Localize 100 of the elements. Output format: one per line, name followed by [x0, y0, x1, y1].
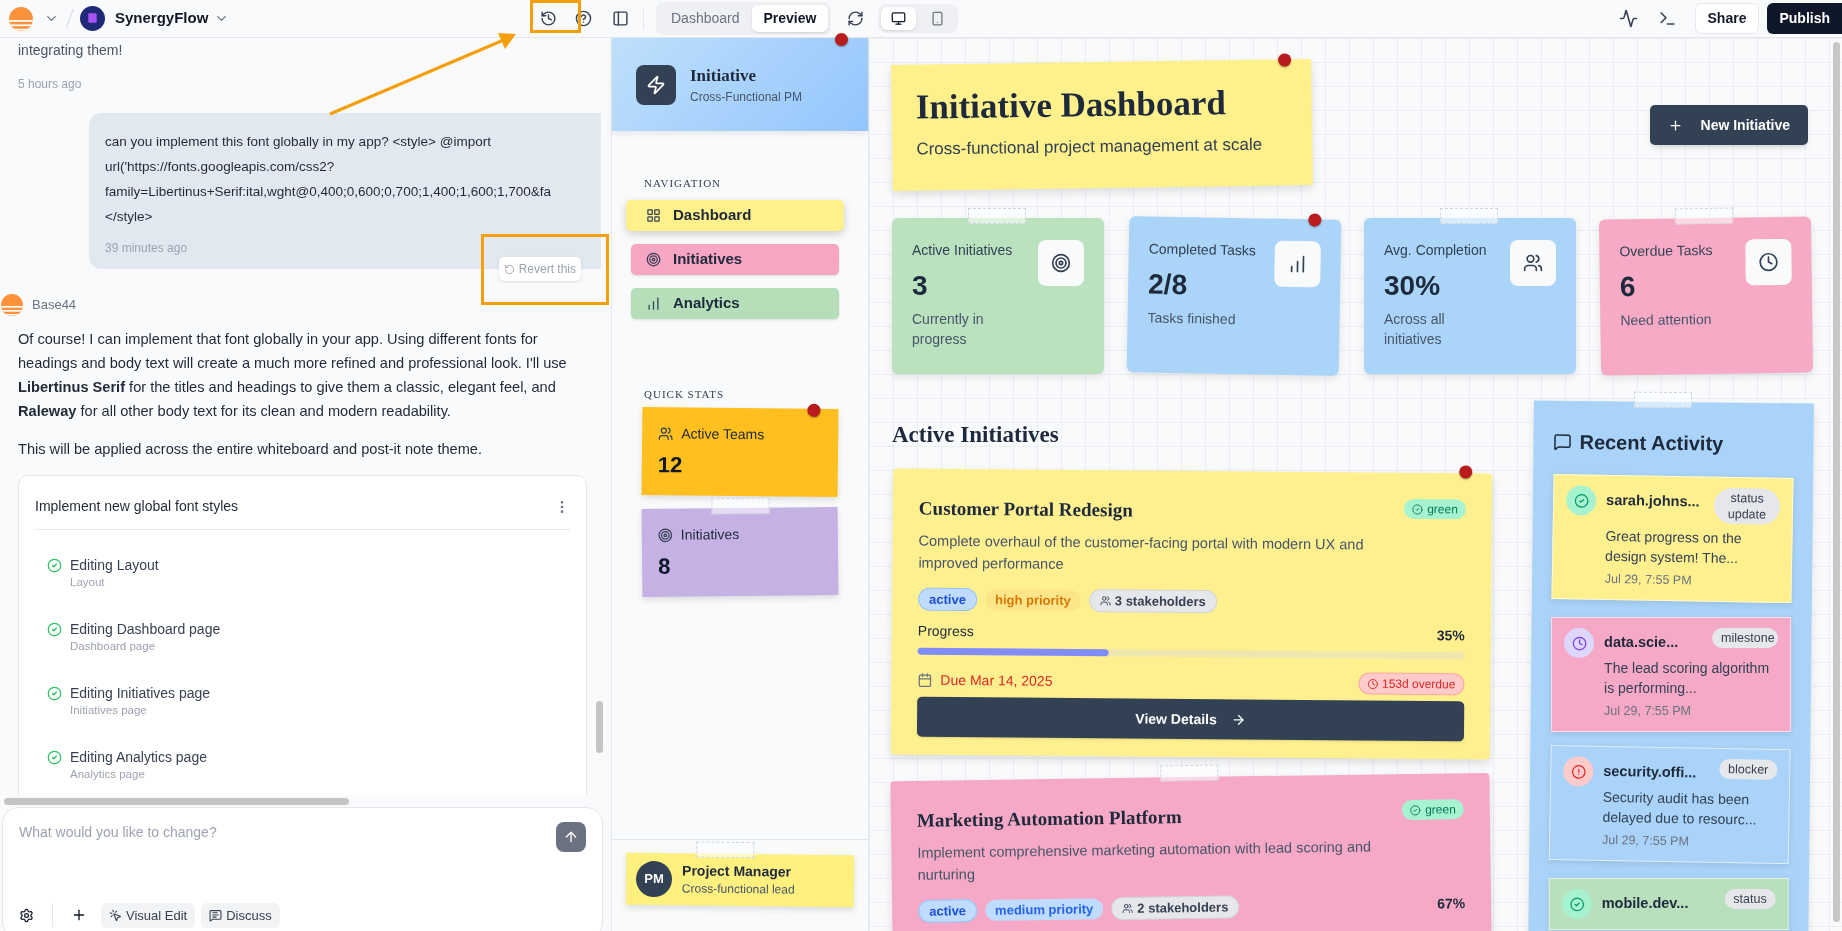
stat-caption: Need attention [1620, 309, 1713, 331]
author-name: Base44 [32, 296, 77, 315]
tag: high priority [984, 588, 1081, 611]
profile-name: Project Manager [682, 861, 793, 881]
tape [1633, 391, 1693, 409]
target-icon [657, 527, 673, 543]
task-subtitle: Initiatives page [70, 703, 148, 718]
desktop-view-button[interactable] [881, 7, 917, 30]
chat-action-button[interactable]: Visual Edit [101, 902, 196, 928]
task-title: Editing Analytics page [70, 748, 207, 766]
tape [696, 841, 755, 859]
initiative-title: Marketing Automation Platform [916, 804, 1182, 833]
bar-chart-icon [646, 295, 661, 311]
task-subtitle: Layout [70, 575, 106, 590]
check-circle-icon [1412, 502, 1424, 514]
pin [1308, 213, 1322, 227]
stat-label: Avg. Completion [1384, 241, 1488, 260]
health-badge: green [1401, 798, 1464, 820]
message-text: integrating them! [18, 41, 124, 60]
new-initiative-button[interactable]: New Initiative [1649, 105, 1808, 145]
section-heading: QUICK STATS [644, 386, 726, 402]
chat-input[interactable]: What would you like to change? [19, 822, 556, 843]
nav-item[interactable]: Dashboard [626, 199, 844, 231]
task-title: Editing Initiatives page [70, 684, 211, 702]
stat-label: Active Initiatives [912, 241, 1014, 260]
nav-item[interactable]: Initiatives [631, 243, 839, 275]
activity-type-badge: milestone [1712, 627, 1779, 648]
clock-icon [1366, 677, 1379, 689]
target-icon [1051, 253, 1071, 273]
message-line: </style> [105, 208, 154, 226]
help-icon[interactable] [575, 10, 592, 27]
pin [807, 403, 821, 417]
stat-value: 30% [1384, 269, 1442, 303]
annotation-box [530, 0, 581, 33]
view-tab[interactable]: Dashboard [659, 5, 752, 32]
check-circle-icon [1569, 896, 1585, 912]
stat-label: Overdue Tasks [1619, 240, 1714, 262]
tag: 2 stakeholders [1111, 894, 1240, 920]
initiative-description: Implement comprehensive marketing automation with lead scoring and nurturing [917, 836, 1373, 885]
activity-type-badge: status update [1713, 487, 1781, 525]
activity-text: Security audit has been delayed due to resourc... [1602, 787, 1758, 830]
brand-subtitle: Cross-Functional PM [690, 89, 803, 107]
activity-user: sarah.johns... [1605, 490, 1700, 512]
message-text: This will be applied across the entire whiteboard and post-it note theme. [18, 440, 483, 459]
stat-label: Completed Tasks [1148, 239, 1258, 261]
cursor-click-icon [109, 908, 122, 922]
task-subtitle: Analytics page [70, 767, 146, 782]
progress-value: 35% [1436, 625, 1465, 645]
phone-icon [930, 11, 946, 26]
message-line: family=Libertinus+Serif:ital,wght@0,400;0,600;0,700;1,400;1,600;1,700&fa [105, 183, 552, 201]
settings-icon[interactable] [19, 907, 34, 923]
clock-icon [1758, 252, 1779, 273]
sidebar-toggle-icon[interactable] [612, 10, 629, 27]
scrollbar-thumb [596, 701, 603, 753]
target-icon [646, 251, 661, 267]
monitor-icon [891, 11, 907, 26]
activity-text: Great progress on the design system! The... [1605, 526, 1743, 569]
terminal-icon[interactable] [1657, 9, 1677, 28]
quick-stat-label: Initiatives [680, 525, 740, 545]
quick-stat-value: 12 [657, 451, 684, 480]
initiative-description: Complete overhaul of the customer-facing portal with modern UX and improved performance [918, 530, 1365, 574]
activity-text: The lead scoring algorithm is performing... [1604, 658, 1771, 698]
activity-user: data.scie... [1604, 632, 1679, 652]
check-circle-icon [1573, 492, 1589, 509]
chat-action-button[interactable]: Discuss [201, 902, 280, 928]
calendar-icon [917, 671, 933, 687]
refresh-icon[interactable] [847, 10, 865, 27]
task-subtitle: Dashboard page [70, 639, 157, 654]
message-time: 39 minutes ago [105, 240, 189, 257]
progress-label: Progress [917, 621, 974, 641]
view-tab[interactable]: Preview [751, 5, 829, 32]
tape [1674, 207, 1733, 225]
message-line: url('https://fonts.googleapis.com/css2? [105, 158, 336, 176]
stat-value: 6 [1619, 270, 1637, 305]
project-switcher[interactable]: SynergyFlow [115, 7, 230, 30]
due-date: Due Mar 14, 2025 [940, 669, 1053, 690]
activity-type-badge: status [1724, 888, 1776, 909]
message-icon [209, 908, 223, 922]
initiative-title: Customer Portal Redesign [918, 496, 1133, 523]
task-card-title: Implement new global font styles [35, 497, 239, 516]
users-icon [1099, 594, 1111, 606]
nav-item[interactable]: Analytics [631, 287, 839, 319]
project-logo-icon[interactable] [80, 6, 105, 31]
publish-button[interactable]: Publish [1767, 3, 1842, 34]
clock-icon [1571, 635, 1587, 651]
tape [1160, 764, 1219, 781]
send-button[interactable] [556, 822, 586, 852]
activity-time: Jul 29, 7:55 PM [1601, 831, 1691, 851]
stat-caption: Currently in progress [912, 310, 985, 349]
share-button[interactable]: Share [1694, 3, 1760, 34]
quick-stat-label: Active Teams [681, 424, 765, 445]
view-details-button[interactable]: View Details [916, 696, 1465, 741]
history-icon[interactable] [540, 10, 557, 27]
users-icon [658, 426, 674, 442]
activity-icon[interactable] [1618, 9, 1638, 28]
progress-value: 67% [1436, 893, 1466, 913]
users-icon [1523, 253, 1543, 273]
check-circle-icon [1410, 803, 1422, 815]
section-title: Active Initiatives [892, 421, 1060, 449]
message-line: can you implement this font globally in my app? <style> @import [105, 133, 492, 151]
